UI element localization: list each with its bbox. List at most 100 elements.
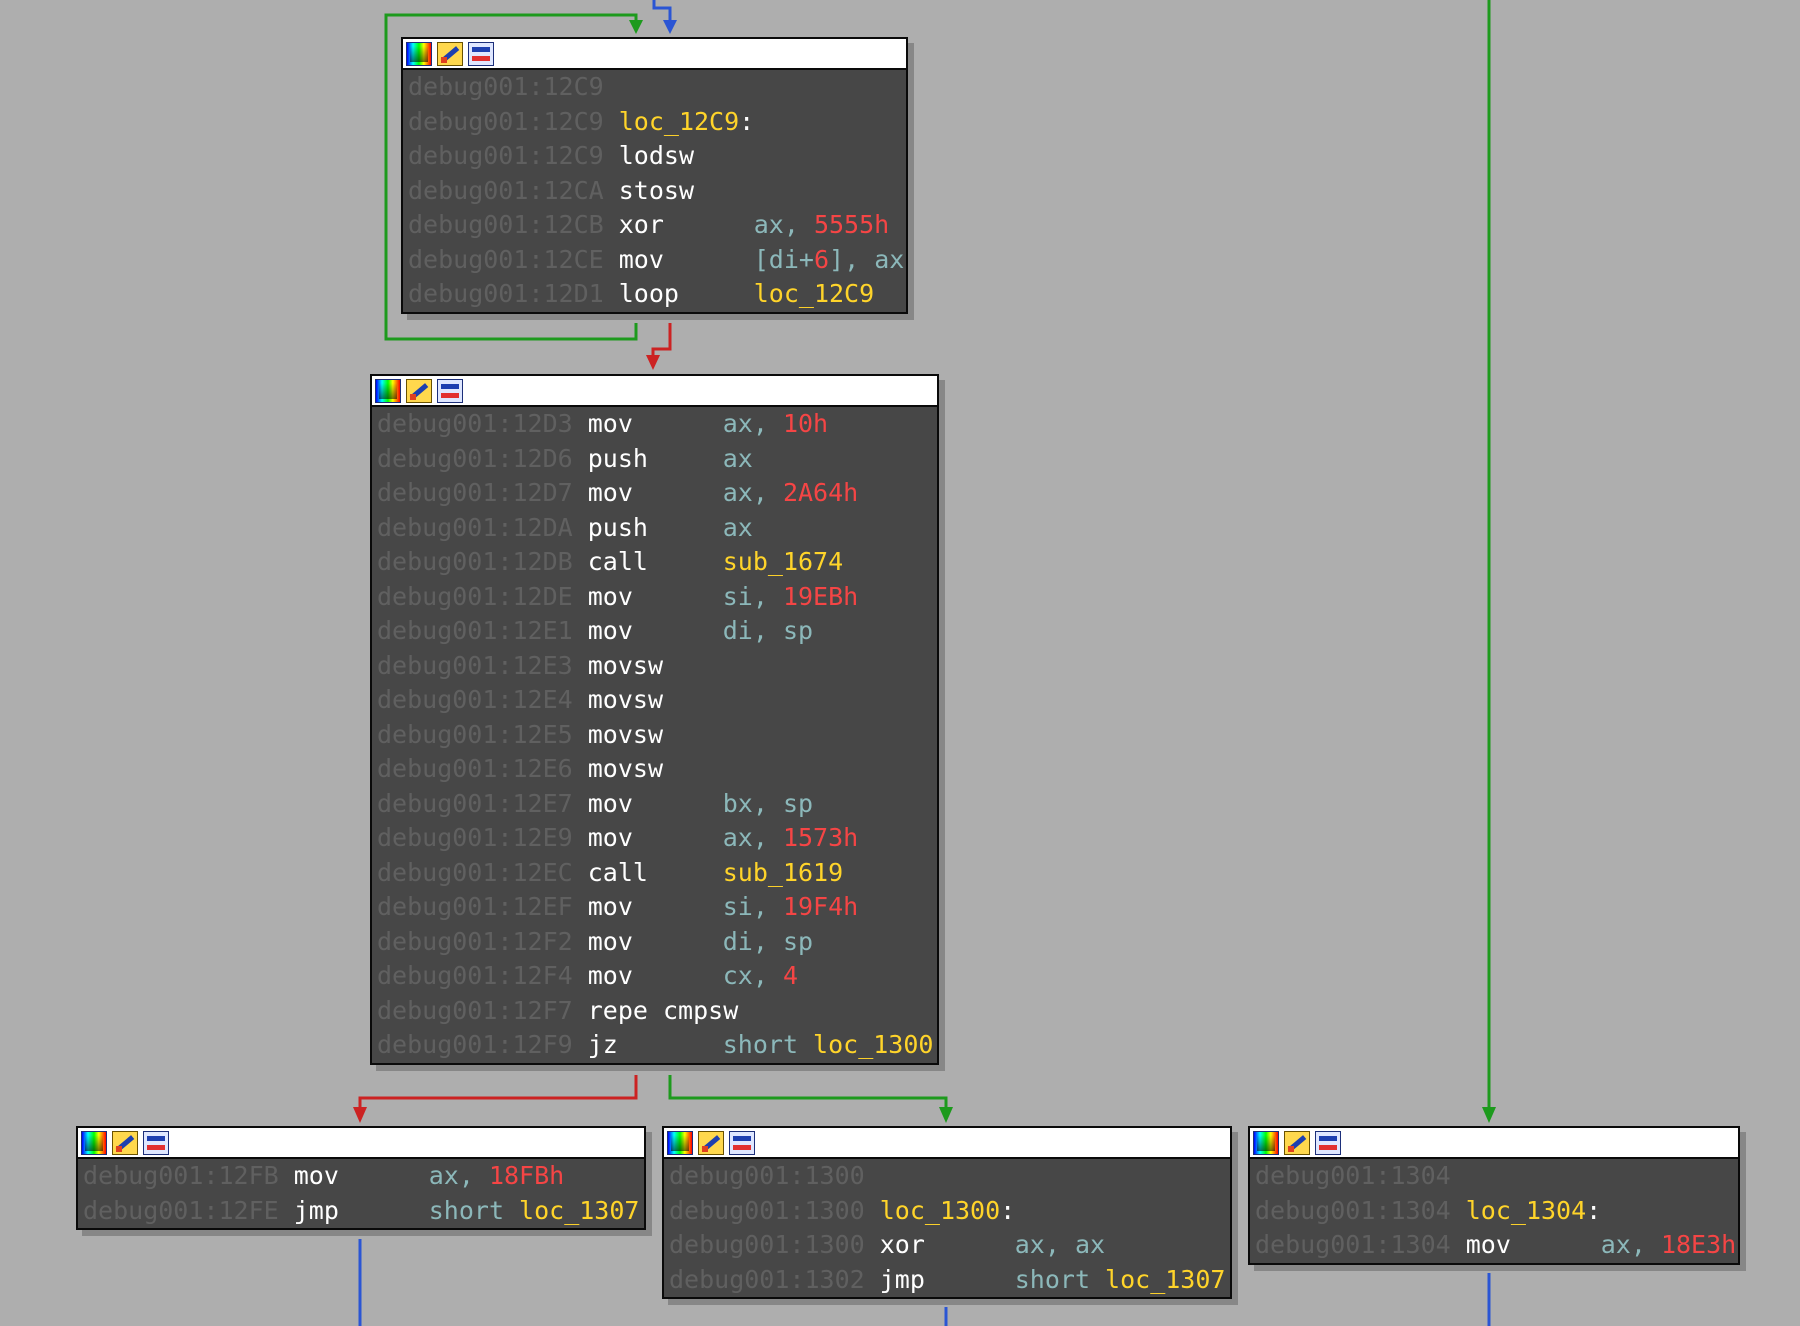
operand-separator: ,	[752, 478, 783, 507]
graph-overview-icon[interactable]	[729, 1130, 755, 1155]
color-palette-icon[interactable]	[375, 378, 401, 403]
operand-register: di	[722, 926, 753, 956]
address: debug001:12F7	[377, 995, 573, 1025]
mnemonic: jmp	[879, 1264, 925, 1294]
operand-register: ax	[722, 443, 753, 473]
operand-separator: ,	[752, 823, 783, 852]
graph-node-12d3[interactable]: debug001:12D3 mov ax, 10h debug001:12D6 pu…	[370, 374, 939, 1065]
operand-register: sp	[782, 926, 814, 956]
disasm-line[interactable]: debug001:12E7 mov bx, sp	[372, 787, 937, 822]
edit-node-icon[interactable]	[1284, 1130, 1310, 1155]
operand-separator: ,	[752, 926, 783, 956]
disasm-line[interactable]: debug001:12C9 loc_12C9:	[403, 105, 906, 140]
operand-separator: ,	[752, 616, 783, 645]
edge-arrow	[646, 355, 660, 370]
color-palette-icon[interactable]	[1253, 1130, 1279, 1155]
disasm-line[interactable]: debug001:12E4 movsw	[372, 683, 937, 718]
operand-label[interactable]: sub_1619	[723, 858, 843, 887]
mnemonic: mov	[293, 1161, 339, 1190]
disasm-line[interactable]: debug001:12C9 lodsw	[403, 139, 906, 174]
address: debug001:12C9	[408, 141, 604, 170]
disasm-line[interactable]: debug001:12DB call sub_1674	[372, 545, 937, 580]
operand-register: ax	[722, 409, 753, 438]
mnemonic: movsw	[587, 754, 663, 783]
operand-label[interactable]: sub_1674	[723, 547, 843, 576]
color-palette-icon[interactable]	[667, 1130, 693, 1155]
operand-immediate: 5555h	[813, 210, 890, 239]
edge-incoming[interactable]	[652, 0, 672, 26]
address: debug001:12C9	[408, 72, 604, 101]
edit-node-icon[interactable]	[698, 1130, 724, 1155]
disasm-line[interactable]: debug001:12E1 mov di, sp	[372, 614, 937, 649]
graph-overview-icon[interactable]	[1315, 1130, 1341, 1155]
address: debug001:1300	[669, 1195, 865, 1225]
disasm-line[interactable]: debug001:1300	[664, 1159, 1230, 1194]
edge-jz-false[interactable]	[358, 1075, 638, 1112]
disasm-line[interactable]: debug001:12FB mov ax, 18FBh	[78, 1159, 644, 1194]
edge-arrow	[663, 20, 677, 34]
disasm-line[interactable]: debug001:12CA stosw	[403, 174, 906, 209]
disasm-line[interactable]: debug001:12D1 loop loc_12C9	[403, 277, 906, 312]
disasm-line[interactable]: debug001:12FE jmp short loc_1307	[78, 1194, 644, 1229]
disasm-line[interactable]: debug001:1302 jmp short loc_1307	[664, 1263, 1230, 1298]
edit-node-icon[interactable]	[112, 1130, 138, 1155]
disasm-line[interactable]: debug001:1304 loc_1304:	[1250, 1194, 1738, 1229]
disasm-line[interactable]: debug001:12D6 push ax	[372, 442, 937, 477]
disasm-line[interactable]: debug001:12E6 movsw	[372, 752, 937, 787]
disasm-line[interactable]: debug001:12D3 mov ax, 10h	[372, 407, 937, 442]
graph-node-loc-1300[interactable]: debug001:1300 debug001:1300 loc_1300: debu…	[662, 1126, 1232, 1299]
operand-register: sp	[782, 616, 814, 645]
operand-register: short	[1014, 1264, 1106, 1294]
operand-immediate: 19EBh	[782, 581, 859, 611]
disasm-line[interactable]: debug001:12CB xor ax, 5555h	[403, 208, 906, 243]
disasm-line[interactable]: debug001:12F2 mov di, sp	[372, 925, 937, 960]
graph-node-12fb[interactable]: debug001:12FB mov ax, 18FBh debug001:12FE …	[76, 1126, 646, 1230]
address: debug001:1300	[669, 1161, 865, 1190]
address: debug001:12C9	[408, 106, 604, 136]
disasm-line[interactable]: debug001:12C9	[403, 70, 906, 105]
disasm-line[interactable]: debug001:1300 loc_1300:	[664, 1194, 1230, 1229]
disasm-line[interactable]: debug001:12F9 jz short loc_1300	[372, 1028, 937, 1063]
edge-loop-exit[interactable]	[651, 323, 672, 360]
code-label[interactable]: loc_1300	[880, 1196, 1000, 1225]
disasm-line[interactable]: debug001:1300 xor ax, ax	[664, 1228, 1230, 1263]
address: debug001:12DA	[377, 512, 573, 542]
operand-label[interactable]: loc_1300	[813, 1030, 933, 1059]
disasm-line[interactable]: debug001:12DE mov si, 19EBh	[372, 580, 937, 615]
code-label[interactable]: loc_1304	[1466, 1196, 1586, 1225]
node-toolbar	[78, 1128, 644, 1159]
mnemonic: mov	[587, 961, 633, 990]
graph-overview-icon[interactable]	[468, 41, 494, 66]
address: debug001:12E3	[377, 650, 573, 680]
edit-node-icon[interactable]	[437, 41, 463, 66]
disasm-line[interactable]: debug001:12CE mov [di+6], ax	[403, 243, 906, 278]
graph-node-loc-1304[interactable]: debug001:1304 debug001:1304 loc_1304: debu…	[1248, 1126, 1740, 1265]
operand-register: ax	[428, 1161, 459, 1190]
graph-overview-icon[interactable]	[437, 378, 463, 403]
operand-label[interactable]: loc_1307	[1105, 1265, 1225, 1294]
disasm-line[interactable]: debug001:12EF mov si, 19F4h	[372, 890, 937, 925]
node-disassembly: debug001:1300 debug001:1300 loc_1300: debu…	[664, 1159, 1230, 1297]
operand-label[interactable]: loc_12C9	[754, 279, 874, 308]
operand-label[interactable]: loc_1307	[519, 1196, 639, 1225]
disasm-line[interactable]: debug001:12E3 movsw	[372, 649, 937, 684]
edit-node-icon[interactable]	[406, 378, 432, 403]
mnemonic: push	[587, 512, 648, 542]
disasm-line[interactable]: debug001:12E5 movsw	[372, 718, 937, 753]
disasm-line[interactable]: debug001:12D7 mov ax, 2A64h	[372, 476, 937, 511]
operand-separator: ,	[752, 409, 783, 438]
disasm-line[interactable]: debug001:12F4 mov cx, 4	[372, 959, 937, 994]
graph-overview-icon[interactable]	[143, 1130, 169, 1155]
edge-jz-true[interactable]	[668, 1075, 948, 1112]
color-palette-icon[interactable]	[81, 1130, 107, 1155]
color-palette-icon[interactable]	[406, 41, 432, 66]
disasm-line[interactable]: debug001:12DA push ax	[372, 511, 937, 546]
graph-node-loc-12c9[interactable]: debug001:12C9 debug001:12C9 loc_12C9: debu…	[401, 37, 908, 314]
disasm-line[interactable]: debug001:12E9 mov ax, 1573h	[372, 821, 937, 856]
mnemonic: loop	[618, 279, 679, 308]
disasm-line[interactable]: debug001:12F7 repe cmpsw	[372, 994, 937, 1029]
disasm-line[interactable]: debug001:12EC call sub_1619	[372, 856, 937, 891]
disasm-line[interactable]: debug001:1304 mov ax, 18E3h	[1250, 1228, 1738, 1263]
disasm-line[interactable]: debug001:1304	[1250, 1159, 1738, 1194]
code-label[interactable]: loc_12C9	[619, 107, 739, 136]
